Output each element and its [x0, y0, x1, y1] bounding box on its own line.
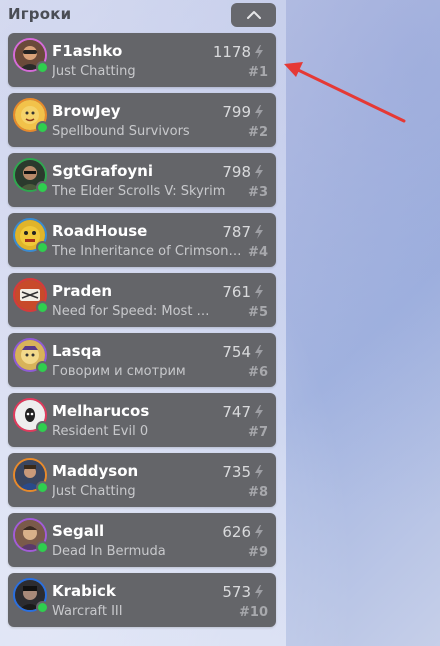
annotation-arrow [284, 62, 406, 123]
